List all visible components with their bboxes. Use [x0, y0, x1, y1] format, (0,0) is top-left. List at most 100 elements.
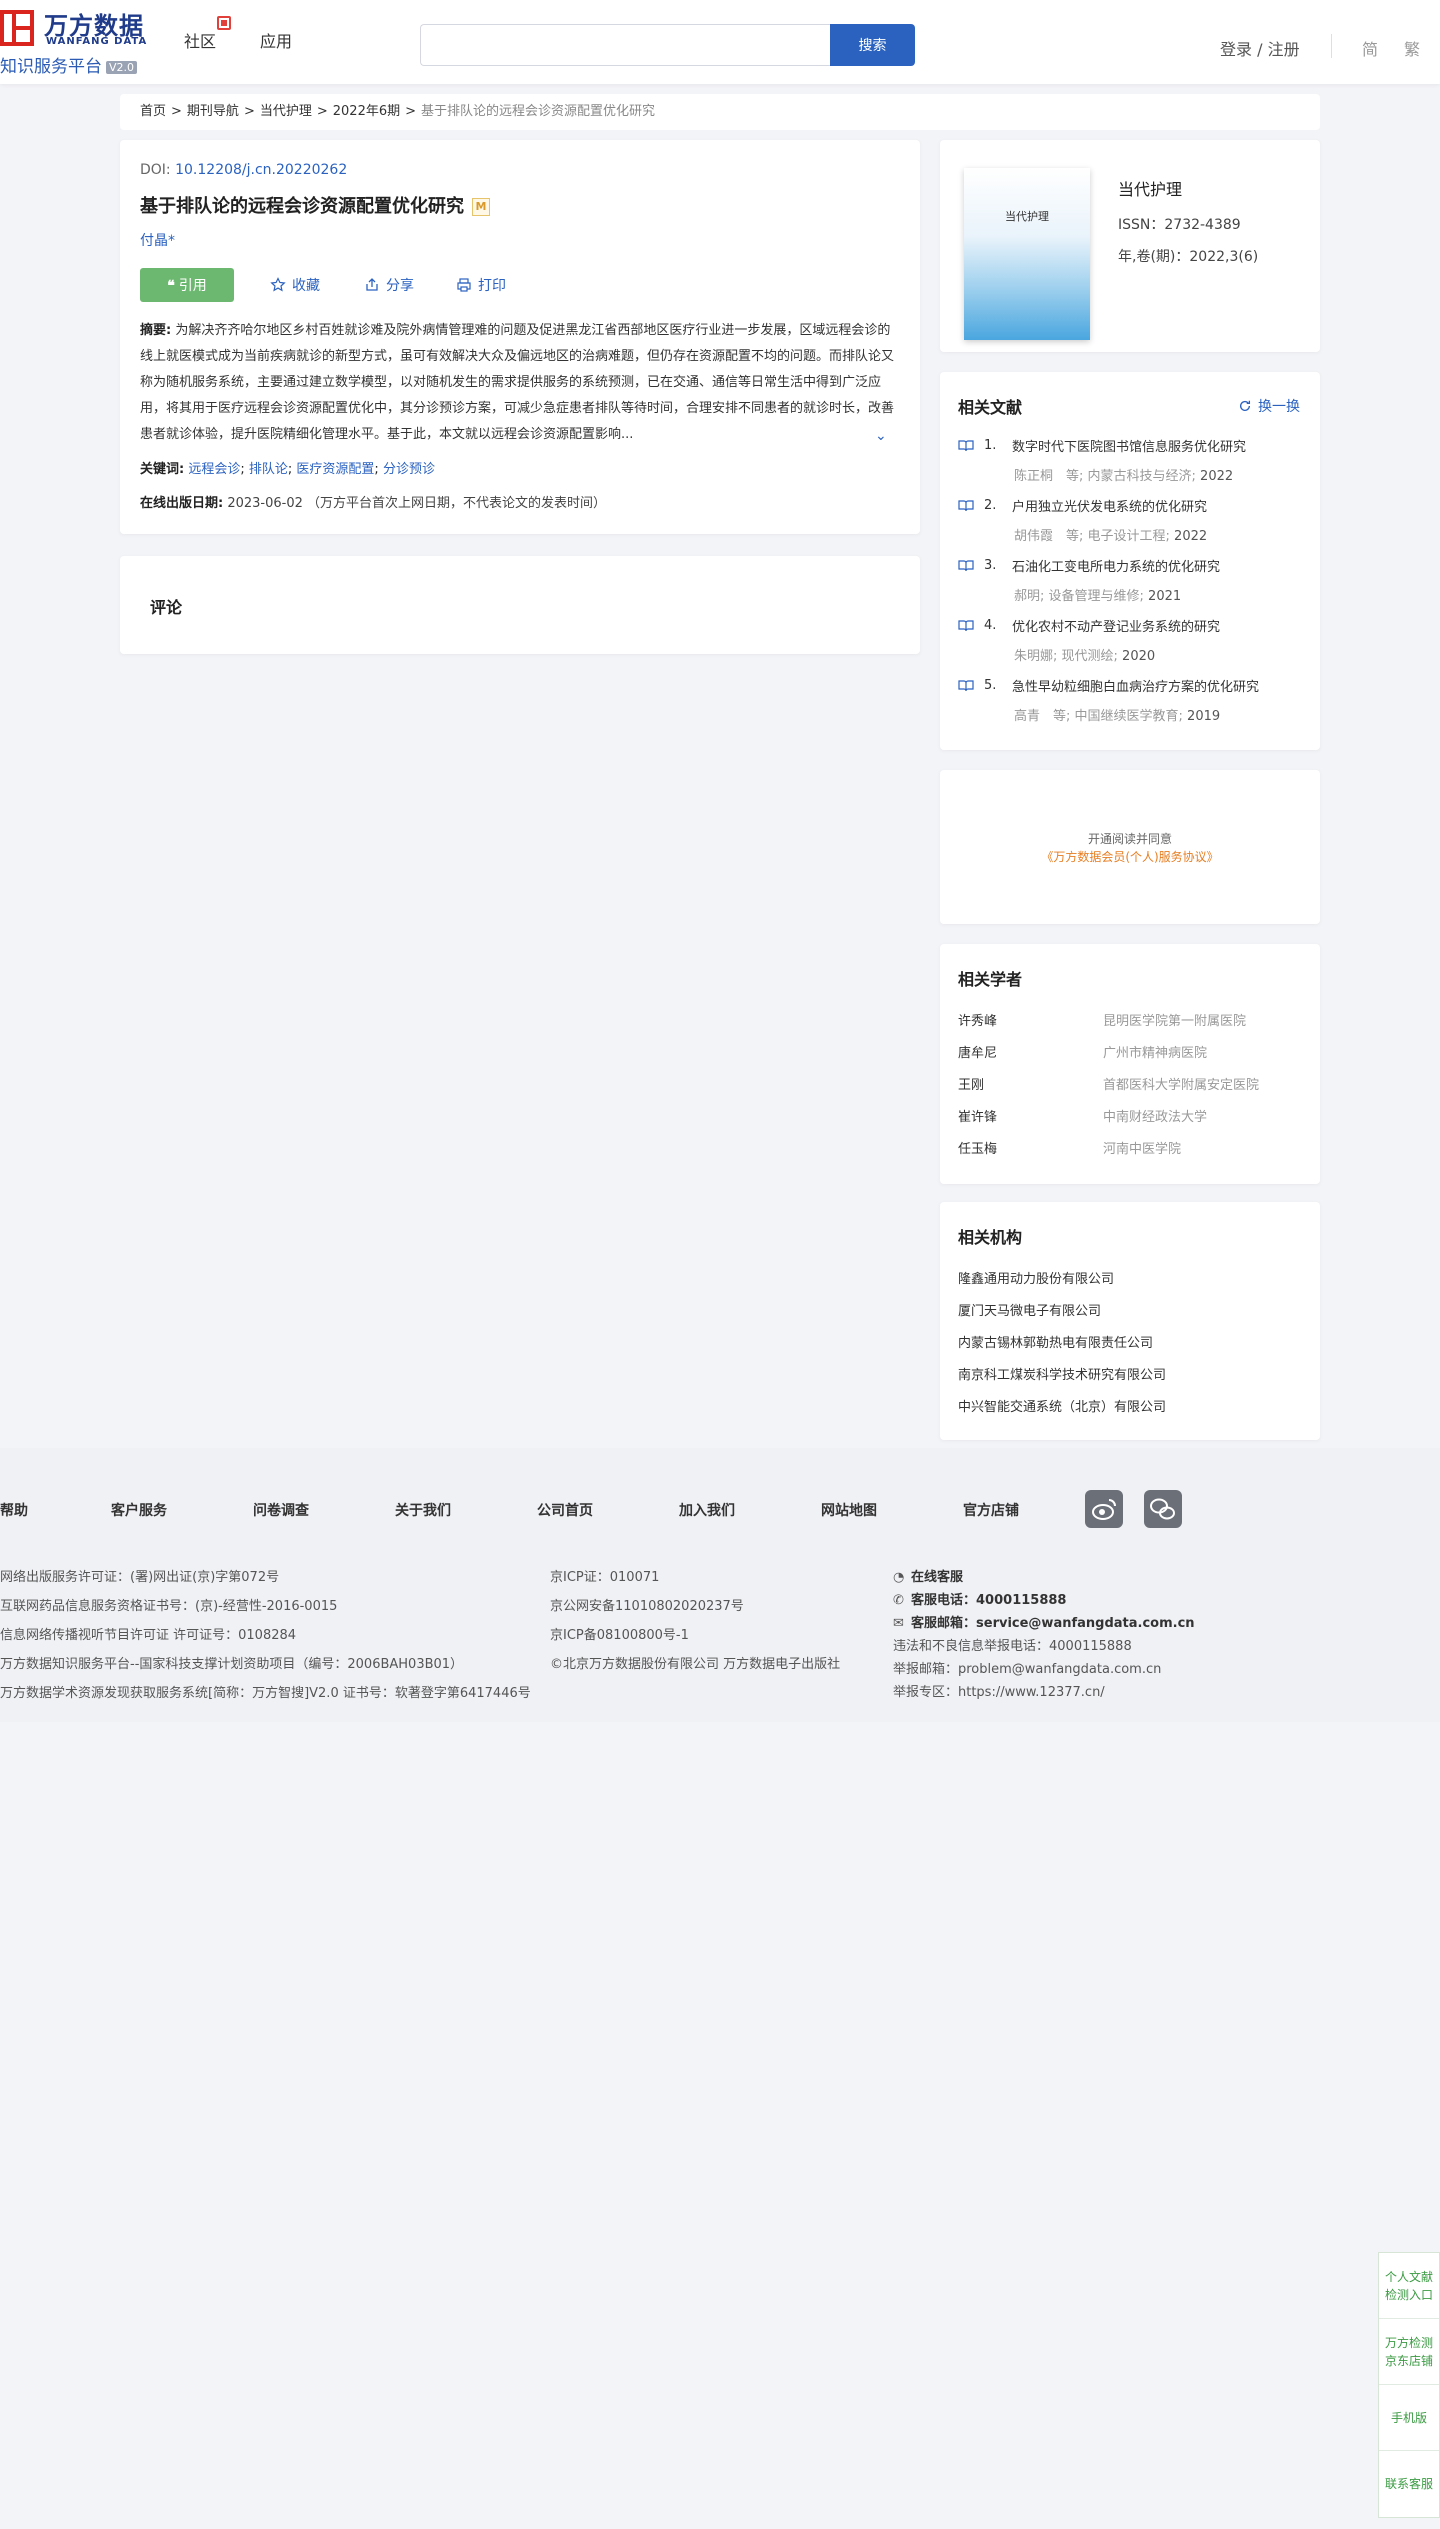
- license-text: 万方数据知识服务平台--国家科技支撑计划资助项目（编号：2006BAH03B01…: [0, 1657, 464, 1672]
- breadcrumb-journal-nav[interactable]: 期刊导航: [187, 104, 239, 119]
- printer-icon: [457, 278, 471, 292]
- org-link[interactable]: 内蒙古锡林郭勒热电有限责任公司: [958, 1332, 1153, 1351]
- lang-simplified[interactable]: 简: [1362, 36, 1378, 60]
- keyword-link[interactable]: 分诊预诊: [383, 462, 435, 477]
- weibo-icon[interactable]: [1085, 1490, 1123, 1528]
- doi-link[interactable]: 10.12208/j.cn.20220262: [175, 162, 347, 178]
- footer-link-about[interactable]: 关于我们: [395, 1500, 451, 1520]
- license-text: 万方数据学术资源发现获取服务系统[简称：万方智搜]V2.0 证书号：软著登字第6…: [0, 1686, 531, 1701]
- journal-issn: ISSN：2732-4389: [1118, 217, 1241, 233]
- service-email: ✉ 客服邮箱：service@wanfangdata.com.cn: [893, 1616, 1195, 1631]
- headset-icon: ◔: [893, 1570, 905, 1585]
- related-doc-item[interactable]: 1. 数字时代下医院图书馆信息服务优化研究 陈正桐 等; 内蒙古科技与经济; 20…: [958, 436, 1308, 484]
- license-text: 信息网络传播视听节目许可证 许可证号：0108284: [0, 1628, 297, 1643]
- book-icon: [958, 499, 974, 511]
- related-docs-title: 相关文献: [958, 398, 1023, 417]
- expand-abstract-icon[interactable]: ⌄: [875, 428, 887, 444]
- footer-link-survey[interactable]: 问卷调查: [253, 1500, 309, 1520]
- wanfang-logo[interactable]: 万方数据 WANFANG DATA 知识服务平台 V2.0: [0, 6, 160, 77]
- phone-icon: ✆: [893, 1593, 904, 1608]
- collect-button[interactable]: 收藏: [270, 275, 320, 295]
- scholars-title: 相关学者: [958, 970, 1023, 989]
- footer-link-sitemap[interactable]: 网站地图: [821, 1500, 877, 1520]
- print-button[interactable]: 打印: [456, 275, 506, 295]
- nav-community[interactable]: 社区: [184, 28, 216, 52]
- refresh-button[interactable]: 换一换: [1238, 396, 1300, 416]
- breadcrumb-issue[interactable]: 2022年6期: [333, 104, 400, 119]
- article-card: DOI: 10.12208/j.cn.20220262 基于排队论的远程会诊资源…: [120, 140, 920, 534]
- float-mobile[interactable]: 手机版: [1379, 2385, 1439, 2451]
- float-jd-store[interactable]: 万方检测京东店铺: [1379, 2319, 1439, 2385]
- online-date: 在线出版日期: 2023-06-02 （万方平台首次上网日期，不代表论文的发表时…: [140, 496, 607, 511]
- related-doc-item[interactable]: 4. 优化农村不动产登记业务系统的研究 朱明娜; 现代测绘; 2020: [958, 616, 1308, 664]
- login-register-link[interactable]: 登录 / 注册: [1220, 36, 1300, 60]
- breadcrumb-journal[interactable]: 当代护理: [260, 104, 312, 119]
- new-badge-icon: [217, 16, 231, 30]
- service-agreement-link[interactable]: 《万方数据会员(个人)服务协议》: [940, 848, 1320, 865]
- org-link[interactable]: 中兴智能交通系统（北京）有限公司: [958, 1396, 1166, 1415]
- scholar-row[interactable]: 王刚 首都医科大学附属安定医院: [958, 1074, 1259, 1093]
- breadcrumb-current: 基于排队论的远程会诊资源配置优化研究: [421, 104, 656, 119]
- license-text: 互联网药品信息服务资格证书号：(京)-经营性-2016-0015: [0, 1599, 338, 1614]
- comment-card: 评论: [120, 556, 920, 654]
- doi: DOI: 10.12208/j.cn.20220262: [140, 162, 348, 178]
- org-link[interactable]: 南京科工煤炭科学技术研究有限公司: [958, 1364, 1166, 1383]
- float-contact-service[interactable]: 联系客服: [1379, 2451, 1439, 2517]
- float-personal-check[interactable]: 个人文献检测入口: [1379, 2253, 1439, 2319]
- report-zone-link[interactable]: 举报专区：https://www.12377.cn/: [893, 1681, 1105, 1700]
- search-button[interactable]: 搜索: [830, 24, 915, 66]
- abstract: 摘要: 为解决齐齐哈尔地区乡村百姓就诊难及院外病情管理难的问题及促进黑龙江省西部…: [140, 323, 895, 442]
- scholar-row[interactable]: 崔许锋 中南财经政法大学: [958, 1106, 1207, 1125]
- m-badge-icon: M: [472, 198, 490, 216]
- breadcrumb-home[interactable]: 首页: [140, 104, 166, 119]
- keyword-link[interactable]: 排队论: [249, 462, 288, 477]
- nav-apps[interactable]: 应用: [260, 28, 292, 52]
- related-doc-item[interactable]: 2. 户用独立光伏发电系统的优化研究 胡伟霞 等; 电子设计工程; 2022: [958, 496, 1308, 544]
- service-phone: ✆ 客服电话：4000115888: [893, 1593, 1067, 1608]
- cover-title: 当代护理: [1005, 210, 1049, 223]
- related-doc-item[interactable]: 3. 石油化工变电所电力系统的优化研究 郝明; 设备管理与维修; 2021: [958, 556, 1308, 604]
- right-float-panel: 个人文献检测入口 万方检测京东店铺 手机版 联系客服: [1378, 2252, 1440, 2518]
- org-link[interactable]: 隆鑫通用动力股份有限公司: [958, 1268, 1114, 1287]
- org-link[interactable]: 厦门天马微电子有限公司: [958, 1300, 1101, 1319]
- license-text: 网络出版服务许可证：(署)网出证(京)字第072号: [0, 1570, 280, 1585]
- footer-link-store[interactable]: 官方店铺: [963, 1500, 1019, 1520]
- online-service-link[interactable]: ◔ 在线客服: [893, 1566, 963, 1585]
- book-icon: [958, 679, 974, 691]
- police-record-link[interactable]: 京公网安备11010802020237号: [550, 1595, 744, 1614]
- lang-traditional[interactable]: 繁: [1404, 36, 1420, 60]
- orgs-title: 相关机构: [958, 1228, 1023, 1247]
- breadcrumb: 首页 > 期刊导航 > 当代护理 >2022年6期 > 基于排队论的远程会诊资源配置优化研究: [120, 94, 1320, 130]
- footer: 帮助 客户服务 问卷调查 关于我们 公司首页 加入我们 网站地图 官方店铺 网络…: [0, 1448, 1440, 1722]
- footer-link-join[interactable]: 加入我们: [679, 1500, 735, 1520]
- cite-button[interactable]: ❝ 引用: [140, 268, 234, 302]
- search-input[interactable]: [420, 24, 830, 66]
- book-icon: [958, 439, 974, 451]
- wechat-icon[interactable]: [1144, 1490, 1182, 1528]
- footer-link-help[interactable]: 帮助: [0, 1500, 28, 1520]
- logo-subtitle: 知识服务平台 V2.0: [0, 52, 138, 77]
- icp-record-link[interactable]: 京ICP备08100800号-1: [550, 1624, 689, 1643]
- header-divider: [1331, 34, 1332, 58]
- scholar-row[interactable]: 任玉梅 河南中医学院: [958, 1138, 1181, 1157]
- footer-link-company[interactable]: 公司首页: [537, 1500, 593, 1520]
- footer-link-service[interactable]: 客户服务: [111, 1500, 167, 1520]
- scholar-row[interactable]: 唐牟尼 广州市精神病医院: [958, 1042, 1207, 1061]
- scholars-card: 相关学者 许秀峰 昆明医学院第一附属医院 唐牟尼 广州市精神病医院 王刚 首都医科大学…: [940, 944, 1320, 1184]
- share-icon: [366, 278, 378, 291]
- journal-name[interactable]: 当代护理: [1118, 176, 1182, 200]
- journal-cover[interactable]: 当代护理: [964, 168, 1090, 340]
- report-email: 举报邮箱：problem@wanfangdata.com.cn: [893, 1662, 1162, 1677]
- author-link[interactable]: 付晶*: [140, 230, 175, 250]
- share-button[interactable]: 分享: [364, 275, 414, 295]
- related-doc-item[interactable]: 5. 急性早幼粒细胞白血病治疗方案的优化研究 高青 等; 中国继续医学教育; 20…: [958, 676, 1308, 724]
- comment-title: 评论: [150, 598, 183, 617]
- logo-icon: [0, 10, 34, 46]
- keyword-link[interactable]: 远程会诊: [188, 462, 240, 477]
- journal-volume: 年,卷(期)：2022,3(6): [1118, 249, 1259, 265]
- scholar-row[interactable]: 许秀峰 昆明医学院第一附属医院: [958, 1010, 1246, 1029]
- quote-icon: ❝: [167, 277, 175, 293]
- icp-link[interactable]: 京ICP证：010071: [550, 1566, 659, 1585]
- journal-card: 当代护理 当代护理 ISSN：2732-4389 年,卷(期)：2022,3(6…: [940, 140, 1320, 352]
- keyword-link[interactable]: 医疗资源配置: [296, 462, 374, 477]
